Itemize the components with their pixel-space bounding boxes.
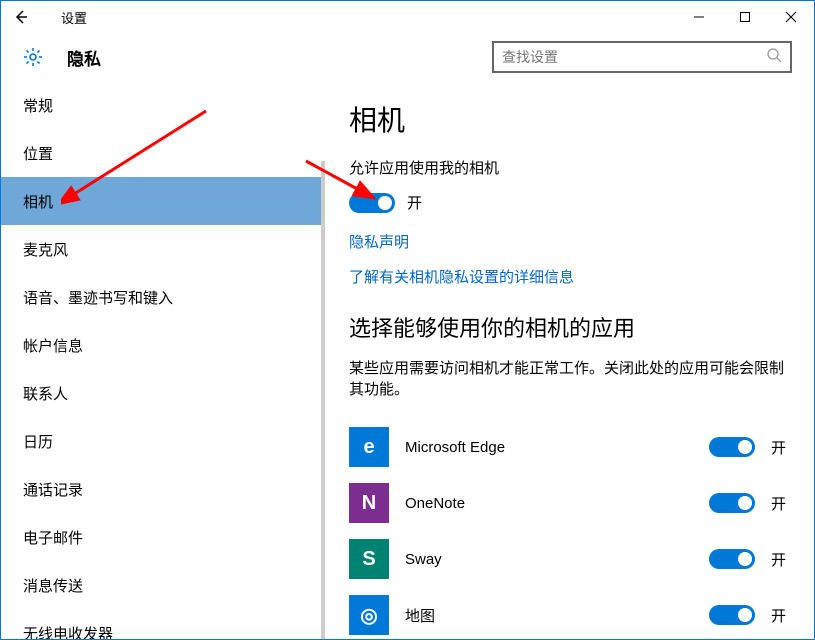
app-toggle[interactable] [709,437,755,457]
app-row-1: N OneNote 开 [349,475,786,531]
learn-more-link[interactable]: 了解有关相机隐私设置的详细信息 [349,266,786,287]
sidebar-item-11[interactable]: 无线电收发器 [1,609,321,640]
sidebar-item-9[interactable]: 电子邮件 [1,513,321,561]
allow-toggle-row: 开 [349,192,786,213]
search-icon [766,47,782,68]
app-row-2: S Sway 开 [349,531,786,587]
app-toggle[interactable] [709,549,755,569]
maximize-button[interactable] [722,1,768,33]
sidebar-item-6[interactable]: 联系人 [1,369,321,417]
app-toggle-state: 开 [771,437,786,458]
sidebar-item-4[interactable]: 语音、墨迹书写和键入 [1,273,321,321]
sidebar-item-1[interactable]: 位置 [1,129,321,177]
app-toggle-state: 开 [771,549,786,570]
gear-icon [23,47,43,67]
app-name: Sway [405,551,693,568]
app-name: Microsoft Edge [405,439,693,456]
sidebar-item-10[interactable]: 消息传送 [1,561,321,609]
maximize-icon [739,11,751,23]
app-icon: S [349,539,389,579]
app-icon: N [349,483,389,523]
app-name: 地图 [405,605,693,626]
app-icon: ◎ [349,595,389,635]
back-button[interactable] [1,1,41,33]
choose-heading: 选择能够使用你的相机的应用 [349,311,786,343]
sidebar-item-0[interactable]: 常规 [1,81,321,129]
search-input[interactable] [502,49,766,65]
content-heading: 相机 [349,99,786,139]
sidebar-item-3[interactable]: 麦克风 [1,225,321,273]
app-toggle-state: 开 [771,605,786,626]
window-controls [676,1,814,33]
app-toggle[interactable] [709,605,755,625]
app-list: e Microsoft Edge 开 N OneNote 开 S Sway 开 ◎ 地图 开 [349,419,786,640]
body: 常规位置相机麦克风语音、墨迹书写和键入帐户信息联系人日历通话记录电子邮件消息传送… [1,81,814,640]
close-button[interactable] [768,1,814,33]
settings-window: 设置 隐私 常规位置相机麦克风语音、墨迹书写和键入帐户信息联系人日历通话 [0,0,815,640]
app-toggle-state: 开 [771,493,786,514]
page-title: 隐私 [67,45,101,70]
sidebar-item-8[interactable]: 通话记录 [1,465,321,513]
app-icon: e [349,427,389,467]
app-row-3: ◎ 地图 开 [349,587,786,640]
choose-description: 某些应用需要访问相机才能正常工作。关闭此处的应用可能会限制其功能。 [349,357,786,399]
allow-toggle[interactable] [349,193,395,213]
header: 隐私 [1,33,814,81]
privacy-link[interactable]: 隐私声明 [349,231,786,252]
sidebar-item-7[interactable]: 日历 [1,417,321,465]
sidebar: 常规位置相机麦克风语音、墨迹书写和键入帐户信息联系人日历通话记录电子邮件消息传送… [1,81,321,640]
titlebar: 设置 [1,1,814,33]
sidebar-item-2[interactable]: 相机 [1,177,321,225]
minimize-icon [693,11,705,23]
sidebar-item-5[interactable]: 帐户信息 [1,321,321,369]
app-row-0: e Microsoft Edge 开 [349,419,786,475]
app-toggle[interactable] [709,493,755,513]
app-name: OneNote [405,495,693,512]
allow-label: 允许应用使用我的相机 [349,157,786,178]
content: 相机 允许应用使用我的相机 开 隐私声明 了解有关相机隐私设置的详细信息 选择能… [321,81,814,640]
allow-toggle-state: 开 [407,192,422,213]
minimize-button[interactable] [676,1,722,33]
close-icon [785,11,797,23]
search-box[interactable] [492,41,792,73]
back-icon [12,8,30,26]
window-title: 设置 [41,8,87,27]
